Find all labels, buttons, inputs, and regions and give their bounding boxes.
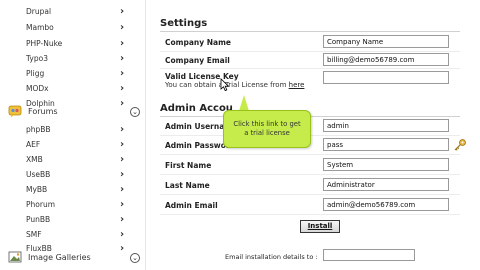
admin-password-field[interactable] [323, 138, 449, 151]
first-name-field[interactable] [323, 158, 449, 171]
sidebar-item-label: MODx [26, 84, 49, 93]
row-divider [160, 174, 460, 175]
forums-icon [8, 105, 22, 118]
sidebar-category-label: Image Galleries [28, 253, 91, 262]
sidebar-item-label: Mambo [26, 23, 54, 32]
sidebar-item-phorum[interactable]: Phorum › [0, 197, 146, 212]
chevron-right-icon: › [120, 199, 125, 210]
company-email-field[interactable] [323, 53, 449, 66]
email-details-label: Email installation details to : [225, 253, 318, 261]
admin-section-title: Admin Accou [160, 103, 233, 114]
main-content: Settings Company Name Company Email Vali… [150, 0, 480, 270]
admin-username-field[interactable] [323, 119, 449, 132]
sidebar-item-label: XMB [26, 155, 43, 164]
sidebar-item-label: SMF [26, 230, 42, 239]
tooltip-line-2: a trial license [244, 129, 290, 137]
install-button[interactable]: Install [300, 220, 340, 233]
sidebar-item-php-nuke[interactable]: PHP-Nuke › [0, 36, 146, 51]
section-divider [160, 31, 460, 32]
chevron-right-icon: › [120, 6, 125, 17]
sidebar-item-label: Typo3 [26, 54, 48, 63]
sidebar-item-label: PunBB [26, 215, 51, 224]
sidebar-item-xmb[interactable]: XMB › [0, 152, 146, 167]
sidebar-item-mambo[interactable]: Mambo › [0, 20, 146, 35]
sidebar-item-label: UseBB [26, 170, 51, 179]
chevron-right-icon: › [120, 139, 125, 150]
chevron-right-icon: › [120, 229, 125, 240]
tooltip-pointer [239, 95, 249, 111]
chevron-right-icon: › [120, 184, 125, 195]
collapse-toggle-icon[interactable]: ⌄ [130, 107, 140, 117]
sidebar-item-punbb[interactable]: PunBB › [0, 212, 146, 227]
sidebar-item-mybb[interactable]: MyBB › [0, 182, 146, 197]
mouse-cursor-icon [220, 78, 230, 92]
admin-email-field[interactable] [323, 198, 449, 211]
sidebar-item-modx[interactable]: MODx › [0, 81, 146, 96]
sidebar-item-typo3[interactable]: Typo3 › [0, 51, 146, 66]
sidebar-item-label: Drupal [26, 7, 52, 16]
sidebar-item-label: Phorum [26, 200, 56, 209]
sidebar-item-usebb[interactable]: UseBB › [0, 167, 146, 182]
row-divider [160, 194, 460, 195]
sidebar-item-label: Pligg [26, 69, 45, 78]
settings-section-title: Settings [160, 18, 208, 29]
row-divider [160, 154, 460, 155]
company-email-label: Company Email [165, 56, 230, 65]
sidebar-item-smf[interactable]: SMF › [0, 227, 146, 242]
company-name-label: Company Name [165, 38, 231, 47]
chevron-right-icon: › [120, 214, 125, 225]
sidebar-category-image-galleries[interactable]: Image Galleries ⌄ [0, 248, 146, 268]
last-name-field[interactable] [323, 178, 449, 191]
chevron-right-icon: › [120, 38, 125, 49]
sidebar-item-label: PHP-Nuke [26, 39, 63, 48]
license-key-field[interactable] [323, 71, 449, 84]
sidebar-item-label: MyBB [26, 185, 48, 194]
chevron-right-icon: › [120, 68, 125, 79]
collapse-toggle-icon[interactable]: ⌄ [130, 253, 140, 263]
row-divider [160, 51, 460, 52]
key-icon[interactable] [453, 138, 467, 152]
sidebar-item-drupal[interactable]: Drupal › [0, 4, 146, 19]
image-galleries-icon [8, 251, 22, 263]
first-name-label: First Name [165, 161, 212, 170]
email-details-field[interactable] [323, 249, 415, 261]
row-divider [160, 214, 460, 215]
chevron-right-icon: › [120, 169, 125, 180]
admin-email-label: Admin Email [165, 201, 218, 210]
sidebar-item-phpbb[interactable]: phpBB › [0, 122, 146, 137]
chevron-right-icon: › [120, 22, 125, 33]
chevron-right-icon: › [120, 53, 125, 64]
chevron-right-icon: › [120, 83, 125, 94]
license-help-text: You can obtain a Trial License from here [165, 81, 304, 89]
trial-license-link[interactable]: here [289, 81, 305, 89]
sidebar-item-label: phpBB [26, 125, 51, 134]
chevron-right-icon: › [120, 154, 125, 165]
sidebar-category-forums[interactable]: Forums ⌄ [0, 102, 146, 122]
sidebar-item-aef[interactable]: AEF › [0, 137, 146, 152]
sidebar-category-label: Forums [28, 107, 58, 116]
last-name-label: Last Name [165, 181, 210, 190]
trial-license-tooltip: Click this link to get a trial license [223, 110, 311, 148]
chevron-right-icon: › [120, 124, 125, 135]
row-divider [160, 68, 460, 69]
tooltip-line-1: Click this link to get [233, 120, 301, 128]
sidebar-item-pligg[interactable]: Pligg › [0, 66, 146, 81]
company-name-field[interactable] [323, 35, 449, 48]
sidebar: Drupal › Mambo › PHP-Nuke › Typo3 › Plig… [0, 0, 146, 270]
sidebar-item-label: AEF [26, 140, 41, 149]
